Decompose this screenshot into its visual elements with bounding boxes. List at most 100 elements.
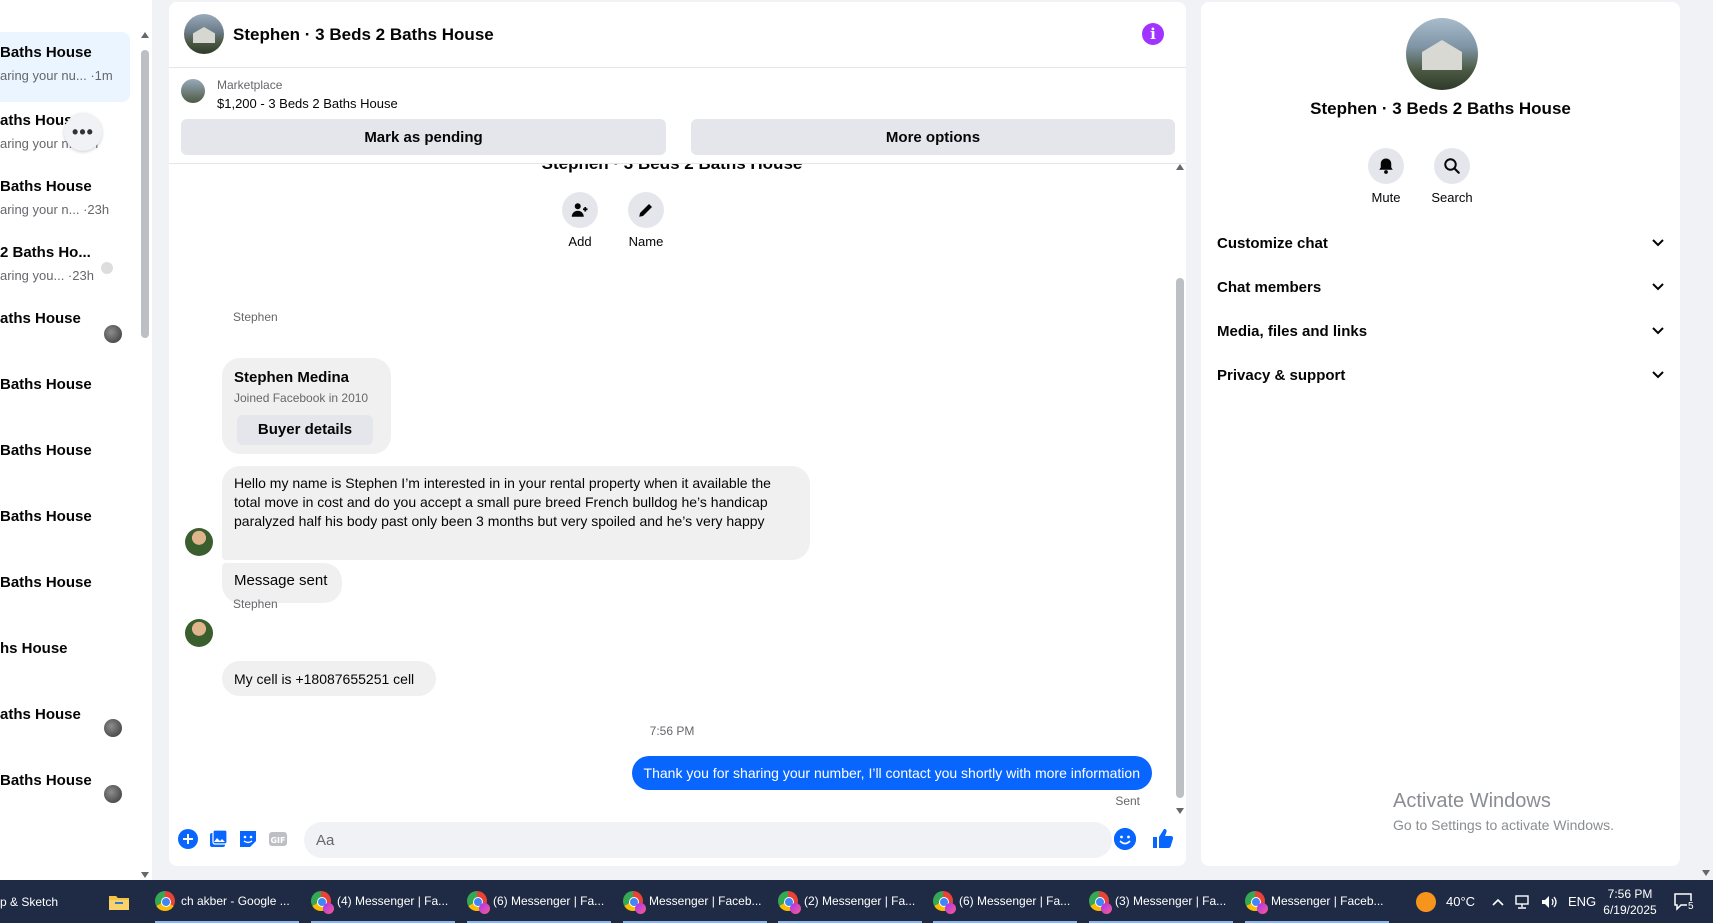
more-options-button[interactable]: More options xyxy=(691,119,1175,155)
scrollbar-thumb[interactable] xyxy=(1176,278,1184,798)
conversation-item[interactable]: hs House xyxy=(0,628,130,698)
conversation-item[interactable]: 2 Baths Ho... aring you... ·23h xyxy=(0,232,130,302)
temperature[interactable]: 40°C xyxy=(1446,880,1475,923)
conversation-title: Baths House xyxy=(0,178,92,195)
chevron-down-icon xyxy=(1652,371,1664,379)
scrollbar-thumb[interactable] xyxy=(141,50,149,338)
taskbar-window-title: (4) Messenger | Fa... xyxy=(337,893,449,908)
seen-avatar xyxy=(104,325,122,343)
edit-name-button[interactable]: Name xyxy=(616,192,676,249)
section-privacy-support[interactable]: Privacy & support xyxy=(1217,355,1665,395)
scroll-down-icon[interactable] xyxy=(1702,870,1710,876)
taskbar-app[interactable]: p & Sketch xyxy=(0,880,90,923)
conversation-item[interactable]: aths House xyxy=(0,298,130,368)
volume-icon[interactable] xyxy=(1540,880,1558,923)
taskbar-chrome-window[interactable]: (6) Messenger | Fa... xyxy=(933,880,1077,923)
weather-icon[interactable] xyxy=(1416,880,1436,923)
taskbar-chrome-window[interactable]: (2) Messenger | Fa... xyxy=(778,880,922,923)
buyer-details-button[interactable]: Buyer details xyxy=(237,415,373,445)
section-media-files-links[interactable]: Media, files and links xyxy=(1217,311,1665,351)
taskbar-chrome-window[interactable]: Messenger | Faceb... xyxy=(1245,880,1389,923)
gif-icon[interactable]: GIF xyxy=(267,828,289,850)
message-thread: Stephen · 3 Beds 2 Baths House Add Name … xyxy=(169,164,1175,814)
conversation-avatar[interactable] xyxy=(184,14,224,54)
conversation-item[interactable]: Baths House xyxy=(0,430,130,500)
taskbar-window-title: (6) Messenger | Fa... xyxy=(959,893,1071,908)
conversation-info-panel: Stephen · 3 Beds 2 Baths House Mute Sear… xyxy=(1201,2,1680,866)
incoming-message[interactable]: My cell is +18087655251 cell xyxy=(222,661,436,696)
buyer-card: Stephen Medina Joined Facebook in 2010 B… xyxy=(222,358,391,454)
scroll-up-icon[interactable] xyxy=(141,32,149,38)
conversation-item[interactable]: Baths House xyxy=(0,496,130,566)
add-label: Add xyxy=(568,234,592,249)
scroll-down-icon[interactable] xyxy=(141,872,149,878)
notifications-icon[interactable]: 5 xyxy=(1673,880,1695,923)
add-person-icon xyxy=(562,192,598,228)
section-customize-chat[interactable]: Customize chat xyxy=(1217,223,1665,263)
taskbar-window-title: (3) Messenger | Fa... xyxy=(1115,893,1227,908)
conversation-item[interactable]: Baths House aring your n... ·23h xyxy=(0,166,130,236)
conversation-preview: aring your n... ·m xyxy=(0,136,99,151)
search-button[interactable]: Search xyxy=(1412,148,1492,205)
incoming-message[interactable]: Hello my name is Stephen I’m interested … xyxy=(222,466,810,560)
network-icon[interactable] xyxy=(1514,880,1532,923)
sticker-icon[interactable] xyxy=(237,828,259,850)
chat-header: Stephen · 3 Beds 2 Baths House i xyxy=(169,2,1186,68)
chrome-icon xyxy=(1245,890,1268,914)
info-icon[interactable]: i xyxy=(1142,23,1164,45)
page-scrollbar[interactable] xyxy=(1700,0,1713,880)
buyer-name: Stephen Medina xyxy=(234,369,350,386)
chrome-icon xyxy=(155,890,175,911)
info-title: Stephen · 3 Beds 2 Baths House xyxy=(1310,99,1571,118)
profile-avatar[interactable] xyxy=(1406,18,1478,90)
timestamp-separator: 7:56 PM xyxy=(649,724,695,738)
conversation-item[interactable]: aths House aring your n... ·m ••• xyxy=(0,100,130,170)
activate-windows-watermark: Activate Windows Go to Settings to activ… xyxy=(1393,790,1614,833)
add-people-button[interactable]: Add xyxy=(550,192,610,249)
photo-icon[interactable] xyxy=(207,828,229,850)
conversation-title: Baths House xyxy=(0,508,92,525)
name-label: Name xyxy=(628,234,664,249)
file-explorer-icon[interactable] xyxy=(108,880,138,923)
clock[interactable]: 7:56 PM 6/19/2025 xyxy=(1600,880,1660,923)
outgoing-message[interactable]: Thank you for sharing your number, I’ll … xyxy=(631,756,1152,790)
chevron-down-icon xyxy=(1652,283,1664,291)
taskbar-chrome-window[interactable]: ch akber - Google ... xyxy=(155,880,299,923)
conversation-item[interactable]: Baths House aring your nu... ·1m xyxy=(0,32,130,102)
listing-title[interactable]: $1,200 - 3 Beds 2 Baths House xyxy=(217,96,398,111)
conversation-preview: aring your n... ·23h xyxy=(0,202,110,217)
sender-avatar[interactable] xyxy=(185,528,213,556)
taskbar-chrome-window[interactable]: (3) Messenger | Fa... xyxy=(1089,880,1233,923)
chrome-icon xyxy=(623,890,646,914)
thread-scrollbar[interactable] xyxy=(1175,164,1185,814)
listing-thumbnail[interactable] xyxy=(181,79,205,103)
conversation-item[interactable]: Baths House xyxy=(0,760,130,830)
conversation-item[interactable]: Baths House xyxy=(0,562,130,632)
taskbar-app-label: p & Sketch xyxy=(0,894,59,909)
mark-as-pending-button[interactable]: Mark as pending xyxy=(181,119,666,155)
scroll-up-icon[interactable] xyxy=(1176,164,1184,170)
chevron-up-icon[interactable] xyxy=(1491,880,1505,923)
windows-taskbar: p & Sketch ch akber - Google ... (4) Mes… xyxy=(0,880,1713,923)
bell-icon xyxy=(1368,148,1404,184)
message-status: Sent xyxy=(1115,794,1140,808)
like-icon[interactable] xyxy=(1150,826,1176,852)
message-composer: GIF xyxy=(169,814,1186,866)
conversation-item[interactable]: Baths House xyxy=(0,364,130,434)
emoji-icon[interactable] xyxy=(1114,828,1136,850)
taskbar-chrome-window[interactable]: Messenger | Faceb... xyxy=(623,880,767,923)
section-chat-members[interactable]: Chat members xyxy=(1217,267,1665,307)
conversation-item[interactable]: aths House xyxy=(0,694,130,764)
taskbar-chrome-window[interactable]: (4) Messenger | Fa... xyxy=(311,880,455,923)
chrome-icon xyxy=(933,890,956,914)
conversation-list-scrollbar[interactable] xyxy=(140,32,150,878)
section-label: Privacy & support xyxy=(1217,366,1346,384)
chevron-down-icon xyxy=(1652,327,1664,335)
more-options-icon[interactable]: ••• xyxy=(64,113,102,151)
plus-icon[interactable] xyxy=(177,828,199,850)
sender-avatar[interactable] xyxy=(185,619,213,647)
taskbar-chrome-window[interactable]: (6) Messenger | Fa... xyxy=(467,880,611,923)
language-indicator[interactable]: ENG xyxy=(1568,880,1596,923)
message-input[interactable] xyxy=(304,822,1112,858)
conversation-title[interactable]: Stephen · 3 Beds 2 Baths House xyxy=(233,25,494,45)
